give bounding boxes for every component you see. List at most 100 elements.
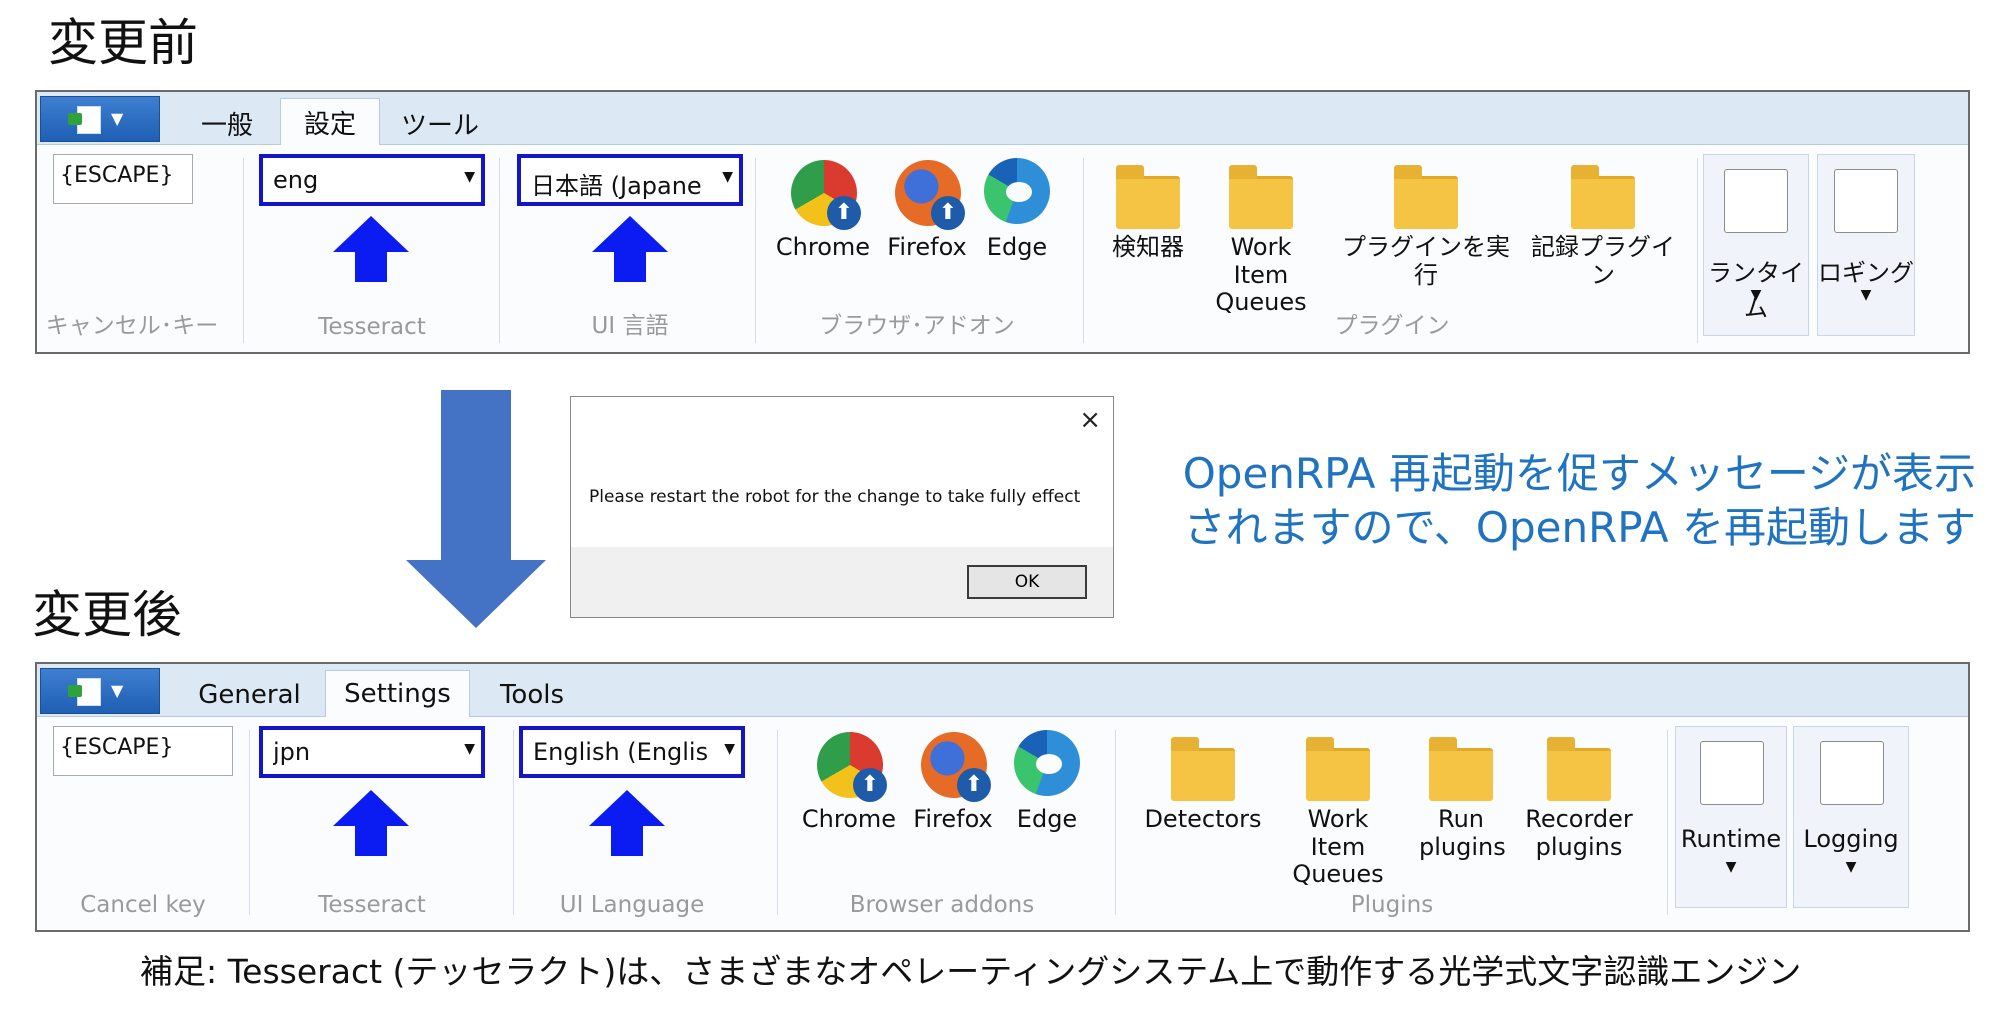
run-plugins-button[interactable]: Run plugins: [1411, 726, 1511, 861]
tesseract-value: eng: [273, 166, 319, 194]
highlight-arrow-icon: [592, 216, 668, 282]
group-label-cancel-key: Cancel key: [80, 892, 206, 918]
run-plugins-label: プラグインを実行: [1342, 233, 1510, 289]
logging-label: ロギング: [1818, 259, 1914, 287]
group-label-browser-addons: Browser addons: [849, 892, 1035, 918]
chrome-addon-button[interactable]: Chrome: [775, 154, 871, 262]
firefox-label: Firefox: [887, 233, 967, 261]
recorder-plugins-label: Recorder plugins: [1525, 805, 1633, 861]
firefox-addon-button[interactable]: Firefox: [903, 726, 1003, 834]
down-arrow-shaft: [441, 390, 511, 562]
work-item-queues-label: Work Item Queues: [1215, 233, 1307, 317]
logging-button[interactable]: ロギング ▼: [1817, 154, 1915, 336]
chevron-down-icon: ▼: [1860, 287, 1872, 303]
note-line-2: されますので、OpenRPA を再起動します: [1183, 503, 1976, 552]
chrome-label: Chrome: [775, 233, 871, 261]
folder-icon: [1116, 165, 1180, 229]
chrome-addon-button[interactable]: Chrome: [797, 726, 901, 834]
folder-icon: [1306, 737, 1370, 801]
ui-language-select[interactable]: 日本語 (Japane ▼: [517, 154, 743, 206]
tab-tools[interactable]: Tools: [487, 674, 577, 716]
down-arrow-icon: [406, 560, 546, 628]
dropdown-arrow-icon: ▼: [722, 169, 733, 185]
file-menu-button[interactable]: ▼: [40, 96, 160, 142]
firefox-icon: [895, 160, 965, 230]
run-plugins-button[interactable]: プラグインを実行: [1333, 154, 1519, 289]
tab-general[interactable]: General: [187, 674, 312, 716]
detectors-label: Detectors: [1144, 805, 1262, 833]
document-icon: [68, 678, 101, 706]
group-label-cancel-key: キャンセル･キー: [45, 313, 219, 339]
dropdown-arrow-icon: ▼: [464, 741, 475, 757]
tesseract-value: jpn: [273, 738, 311, 766]
folder-icon: [1171, 737, 1235, 801]
tab-settings[interactable]: 設定: [280, 98, 380, 145]
file-menu-button[interactable]: ▼: [40, 668, 160, 714]
folder-icon: [1429, 737, 1493, 801]
group-separator: [777, 730, 778, 915]
folder-icon: [1571, 165, 1635, 229]
chevron-down-icon: ▼: [1750, 287, 1762, 303]
footnote: 補足: Tesseract (テッセラクト)は、さまざまなオペレーティングシステ…: [140, 952, 1802, 991]
tab-tools[interactable]: ツール: [395, 102, 485, 144]
work-item-queues-button[interactable]: Work Item Queues: [1197, 154, 1325, 317]
logging-icon: [1834, 169, 1898, 233]
tesseract-select[interactable]: jpn ▼: [259, 726, 485, 778]
group-label-ui-language: UI 言語: [591, 313, 669, 339]
work-item-queues-button[interactable]: Work Item Queues: [1273, 726, 1403, 889]
recorder-plugins-button[interactable]: 記録プラグイン: [1523, 154, 1683, 289]
close-icon[interactable]: ×: [1079, 405, 1101, 435]
tab-settings[interactable]: Settings: [325, 670, 470, 717]
ui-language-select[interactable]: English (Englis ▼: [519, 726, 745, 778]
highlight-arrow-icon: [589, 790, 665, 856]
tab-bar: ▼ 一般 設定 ツール: [37, 92, 1968, 145]
runtime-icon: [1724, 169, 1788, 233]
chevron-down-icon: ▼: [1725, 859, 1737, 875]
tesseract-select[interactable]: eng ▼: [259, 154, 485, 206]
group-label-tesseract: Tesseract: [318, 892, 426, 918]
dropdown-arrow-icon: ▼: [464, 169, 475, 185]
runtime-button[interactable]: ランタイム ▼: [1703, 154, 1809, 336]
document-icon: [68, 106, 101, 134]
after-section-title: 変更後: [32, 586, 182, 644]
group-separator: [513, 730, 514, 915]
edge-addon-button[interactable]: Edge: [1007, 726, 1087, 834]
cancel-key-input[interactable]: {ESCAPE}: [53, 726, 233, 776]
dropdown-arrow-icon: ▼: [724, 741, 735, 757]
group-separator: [249, 730, 250, 915]
cancel-key-input[interactable]: {ESCAPE}: [53, 154, 193, 204]
group-label-plugins: プラグイン: [1334, 313, 1450, 339]
before-section-title: 変更前: [48, 14, 198, 72]
runtime-icon: [1700, 741, 1764, 805]
dialog-message: Please restart the robot for the change …: [589, 487, 1081, 507]
detectors-button[interactable]: Detectors: [1141, 726, 1265, 834]
ui-language-value: English (Englis: [533, 738, 709, 766]
group-separator: [243, 158, 244, 343]
recorder-plugins-button[interactable]: Recorder plugins: [1517, 726, 1641, 861]
detectors-button[interactable]: 検知器: [1103, 154, 1193, 262]
edge-icon: [984, 158, 1050, 224]
firefox-addon-button[interactable]: Firefox: [879, 154, 975, 262]
folder-icon: [1547, 737, 1611, 801]
ribbon-before: ▼ 一般 設定 ツール {ESCAPE} キャンセル･キー eng ▼ Tess…: [35, 90, 1970, 354]
chevron-down-icon: ▼: [1845, 859, 1857, 875]
detectors-label: 検知器: [1112, 233, 1184, 261]
logging-label: Logging: [1803, 825, 1899, 853]
runtime-button[interactable]: Runtime ▼: [1675, 726, 1787, 908]
firefox-icon: [921, 732, 991, 802]
ui-language-value: 日本語 (Japane: [531, 172, 702, 200]
edge-label: Edge: [986, 233, 1048, 261]
logging-button[interactable]: Logging ▼: [1793, 726, 1909, 908]
edge-icon: [1014, 730, 1080, 796]
group-separator: [1697, 158, 1698, 343]
ribbon-body: {ESCAPE} Cancel key jpn ▼ Tesseract Engl…: [37, 716, 1968, 930]
group-label-ui-language: UI Language: [559, 892, 705, 918]
ok-button[interactable]: OK: [967, 565, 1087, 599]
group-separator: [1115, 730, 1116, 915]
edge-addon-button[interactable]: Edge: [979, 154, 1055, 262]
logging-icon: [1820, 741, 1884, 805]
group-label-plugins: Plugins: [1350, 892, 1434, 918]
tab-general[interactable]: 一般: [187, 102, 267, 144]
chrome-label: Chrome: [801, 805, 897, 833]
note-line-1: OpenRPA 再起動を促すメッセージが表示: [1182, 449, 1976, 498]
